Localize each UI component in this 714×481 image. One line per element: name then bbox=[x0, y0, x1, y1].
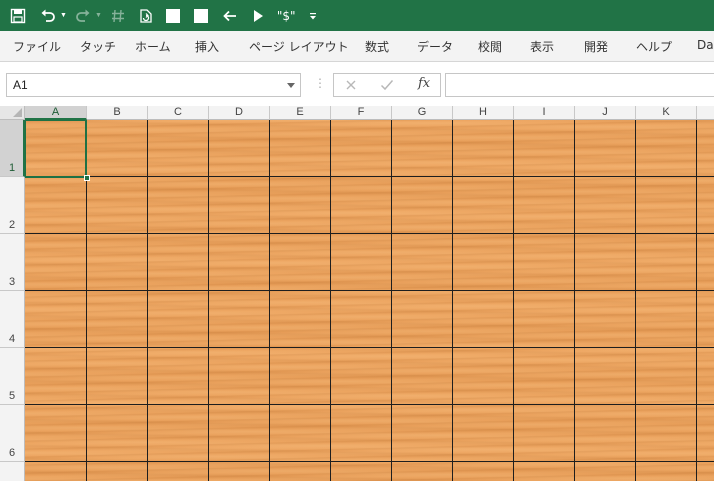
redo-dropdown-icon[interactable]: ▼ bbox=[95, 12, 102, 19]
tab-data[interactable]: データ bbox=[417, 38, 453, 55]
refresh-icon[interactable] bbox=[135, 5, 157, 27]
gridline bbox=[269, 120, 270, 481]
formula-buttons: fx bbox=[333, 73, 441, 97]
gridline bbox=[391, 120, 392, 481]
row-number: 4 bbox=[9, 333, 16, 345]
tab-insert[interactable]: 挿入 bbox=[195, 38, 219, 55]
row-number: 6 bbox=[9, 447, 16, 459]
tab-file[interactable]: ファイル bbox=[13, 38, 61, 55]
arrow-left-icon[interactable] bbox=[219, 5, 241, 27]
number-format-button[interactable]: "$" bbox=[277, 9, 296, 23]
grip-icon[interactable]: ⋮ bbox=[314, 77, 326, 89]
undo-dropdown-icon[interactable]: ▼ bbox=[60, 12, 67, 19]
gridline bbox=[574, 120, 575, 481]
row-header-5[interactable]: 5 bbox=[0, 348, 25, 405]
gridline bbox=[452, 120, 453, 481]
row-number: 2 bbox=[9, 219, 16, 231]
gridline bbox=[25, 176, 714, 177]
column-header-i[interactable]: I bbox=[514, 106, 575, 120]
tab-touch[interactable]: タッチ bbox=[80, 38, 116, 55]
column-header-partial[interactable] bbox=[697, 106, 714, 120]
tab-view[interactable]: 表示 bbox=[530, 38, 554, 55]
select-all-triangle-icon bbox=[13, 108, 22, 117]
row-number: 5 bbox=[9, 390, 16, 402]
column-header-a[interactable]: A bbox=[25, 106, 87, 120]
insert-function-button[interactable]: fx bbox=[418, 76, 430, 91]
square-icon[interactable] bbox=[190, 5, 212, 27]
gridline bbox=[330, 120, 331, 481]
column-header-k[interactable]: K bbox=[636, 106, 697, 120]
gridline bbox=[25, 404, 714, 405]
active-cell-a1[interactable] bbox=[25, 120, 87, 178]
play-icon[interactable] bbox=[247, 5, 269, 27]
column-header-h[interactable]: H bbox=[453, 106, 514, 120]
column-header-c[interactable]: C bbox=[148, 106, 209, 120]
square-icon[interactable] bbox=[162, 5, 184, 27]
tab-review[interactable]: 校閲 bbox=[478, 38, 502, 55]
redo-icon[interactable] bbox=[72, 5, 94, 27]
name-box-value: A1 bbox=[13, 78, 28, 92]
tab-formulas[interactable]: 数式 bbox=[365, 38, 389, 55]
save-icon[interactable] bbox=[7, 5, 29, 27]
row-header-6[interactable]: 6 bbox=[0, 405, 25, 462]
worksheet-grid[interactable] bbox=[25, 120, 714, 481]
column-header-d[interactable]: D bbox=[209, 106, 270, 120]
gridline bbox=[25, 347, 714, 348]
column-header-f[interactable]: F bbox=[331, 106, 392, 120]
cancel-icon[interactable] bbox=[343, 77, 359, 93]
column-header-j[interactable]: J bbox=[575, 106, 636, 120]
customize-icon[interactable] bbox=[306, 5, 320, 27]
row-header-partial[interactable] bbox=[0, 462, 25, 481]
enter-check-icon[interactable] bbox=[379, 77, 395, 93]
gridline bbox=[25, 290, 714, 291]
gridline bbox=[208, 120, 209, 481]
gridline bbox=[513, 120, 514, 481]
row-header-3[interactable]: 3 bbox=[0, 234, 25, 291]
tab-data-extra[interactable]: Da bbox=[697, 38, 714, 52]
ribbon-tabs: ファイル タッチ ホーム 挿入 ページ レイアウト 数式 データ 校閲 表示 開… bbox=[0, 31, 714, 62]
row-header-2[interactable]: 2 bbox=[0, 177, 25, 234]
row-header-1[interactable]: 1 bbox=[0, 120, 25, 177]
hash-icon[interactable] bbox=[107, 5, 129, 27]
column-header-e[interactable]: E bbox=[270, 106, 331, 120]
gridline bbox=[696, 120, 697, 481]
gridline bbox=[25, 461, 714, 462]
column-header-g[interactable]: G bbox=[392, 106, 453, 120]
gridline bbox=[25, 233, 714, 234]
gridline bbox=[147, 120, 148, 481]
tab-home[interactable]: ホーム bbox=[135, 38, 171, 55]
formula-input[interactable] bbox=[445, 73, 714, 97]
column-header-b[interactable]: B bbox=[87, 106, 148, 120]
fill-handle[interactable] bbox=[84, 175, 90, 181]
name-box[interactable]: A1 bbox=[6, 73, 301, 97]
chevron-down-icon[interactable] bbox=[287, 83, 295, 88]
tab-page-layout[interactable]: ページ レイアウト bbox=[249, 38, 349, 55]
row-number: 1 bbox=[9, 162, 16, 174]
tab-developer[interactable]: 開発 bbox=[584, 38, 608, 55]
row-number: 3 bbox=[9, 276, 16, 288]
row-header-4[interactable]: 4 bbox=[0, 291, 25, 348]
select-all-button[interactable] bbox=[0, 106, 25, 120]
tab-help[interactable]: ヘルプ bbox=[636, 38, 672, 55]
undo-icon[interactable] bbox=[37, 5, 59, 27]
quick-access-toolbar: ▼ ▼ "$" bbox=[0, 0, 714, 31]
formula-bar-area: A1 ⋮ fx bbox=[0, 62, 714, 106]
gridline bbox=[635, 120, 636, 481]
